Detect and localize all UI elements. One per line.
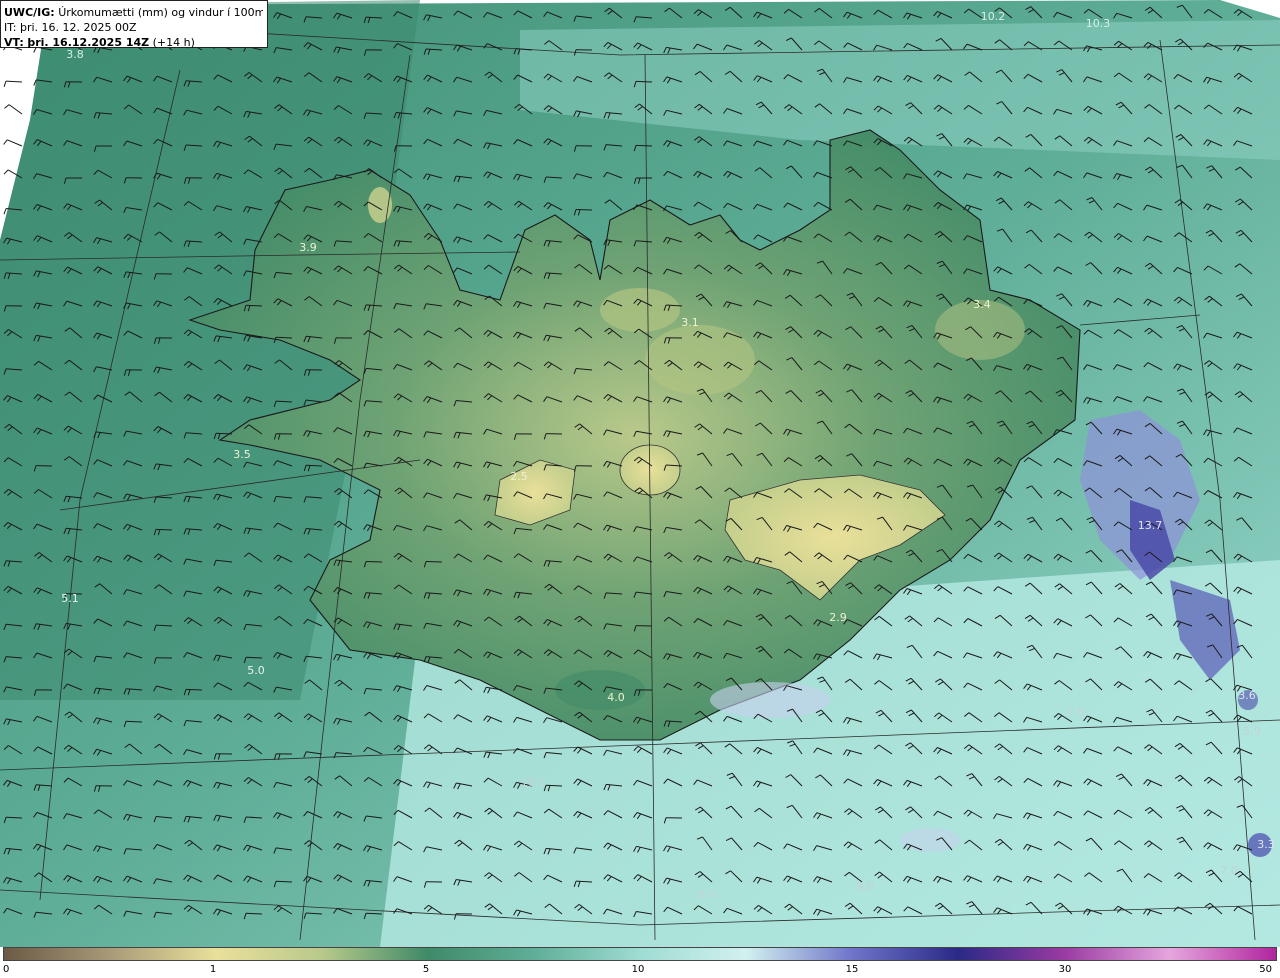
- colorbar-tick-label: 10: [631, 964, 645, 975]
- map-value-label: 7.6: [1067, 706, 1085, 719]
- map-value-label: 10.1: [521, 776, 546, 789]
- colorbar-tick-label: 5: [422, 964, 430, 975]
- map-value-label: 3.5: [233, 448, 251, 461]
- colorbar-tick-label: 0: [3, 964, 10, 975]
- map-value-label: 7.0: [1220, 864, 1238, 877]
- colorbar-tick-label: 50: [1259, 964, 1272, 975]
- init-time: IT: þri. 16. 12. 2025 00Z: [4, 21, 137, 34]
- map-value-label: 3.1: [681, 316, 699, 329]
- weather-map: 3.810.210.33.93.13.43.52.513.75.15.02.94…: [0, 0, 1280, 947]
- model-name: UWC/IG:: [4, 6, 55, 19]
- map-value-label: 13.7: [1138, 519, 1163, 532]
- lead-time: (+14 h): [152, 36, 195, 49]
- map-header: UWC/IG: Úrkomumætti (mm) og vindur í 100…: [0, 0, 268, 50]
- map-value-label: 4.0: [607, 691, 625, 704]
- map-value-label: 3.3: [1257, 838, 1275, 851]
- map-value-label: 2.5: [510, 470, 528, 483]
- map-value-label: 3.9: [299, 241, 317, 254]
- colorbar: [3, 947, 1277, 961]
- map-value-label: 3.6: [1238, 689, 1256, 702]
- valid-time-row: VT: þri. 16.12.2025 14Z (+14 h): [4, 35, 263, 50]
- colorbar-legend: 0 1 5 10 15 30 50: [0, 947, 1280, 978]
- map-title: Úrkomumætti (mm) og vindur í 100m hæð: [58, 6, 263, 19]
- map-value-label: 9.0: [856, 880, 874, 893]
- header-title-row: UWC/IG: Úrkomumætti (mm) og vindur í 100…: [4, 5, 263, 20]
- map-value-label: 5.9: [1243, 725, 1261, 738]
- map-value-label: 3.4: [973, 298, 991, 311]
- valid-time: þri. 16.12.2025 14Z: [27, 36, 150, 49]
- valid-prefix: VT:: [4, 36, 24, 49]
- colorbar-tick-label: 15: [845, 964, 859, 975]
- map-value-label: 5.0: [247, 664, 265, 677]
- map-value-label: 5.1: [61, 592, 79, 605]
- map-value-label: 8.0: [697, 888, 715, 901]
- map-value-label: 10.3: [1086, 17, 1111, 30]
- map-value-label: 2.9: [829, 611, 847, 624]
- map-value-label: 10.2: [981, 10, 1006, 23]
- colorbar-tick-label: 30: [1058, 964, 1072, 975]
- colorbar-tick-label: 1: [209, 964, 217, 975]
